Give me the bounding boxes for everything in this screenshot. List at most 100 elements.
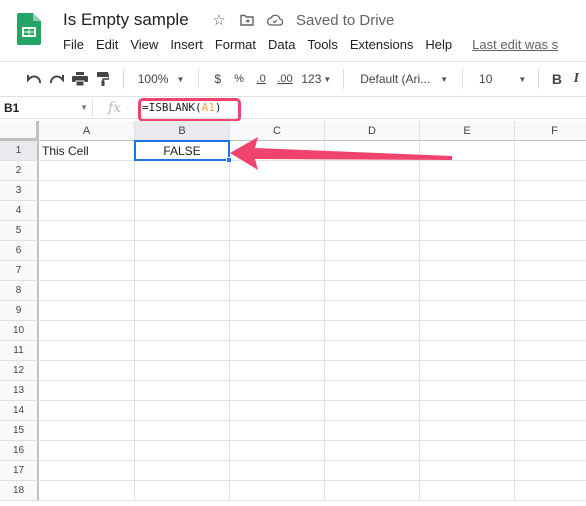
google-sheets-logo-icon[interactable] — [17, 13, 41, 45]
cell-c3[interactable] — [230, 181, 325, 201]
cell-f17[interactable] — [515, 461, 586, 481]
cell-c5[interactable] — [230, 221, 325, 241]
cell-a10[interactable] — [39, 321, 135, 341]
percent-format-button[interactable]: % — [228, 67, 249, 91]
cell-c2[interactable] — [230, 161, 325, 181]
cell-b2[interactable] — [135, 161, 230, 181]
cell-e18[interactable] — [420, 481, 515, 501]
column-header-b[interactable]: B — [135, 121, 230, 141]
cell-e5[interactable] — [420, 221, 515, 241]
cell-e14[interactable] — [420, 401, 515, 421]
row-header-18[interactable]: 18 — [0, 481, 39, 501]
cell-e2[interactable] — [420, 161, 515, 181]
name-box[interactable]: B1 ▼ — [0, 101, 92, 115]
cell-b12[interactable] — [135, 361, 230, 381]
cell-a14[interactable] — [39, 401, 135, 421]
cell-c14[interactable] — [230, 401, 325, 421]
cell-b10[interactable] — [135, 321, 230, 341]
cell-a2[interactable] — [39, 161, 135, 181]
cell-d7[interactable] — [325, 261, 420, 281]
cell-e16[interactable] — [420, 441, 515, 461]
cell-c18[interactable] — [230, 481, 325, 501]
redo-icon[interactable] — [46, 67, 69, 91]
row-header-13[interactable]: 13 — [0, 381, 39, 401]
cell-c13[interactable] — [230, 381, 325, 401]
cell-b16[interactable] — [135, 441, 230, 461]
row-header-14[interactable]: 14 — [0, 401, 39, 421]
cell-f10[interactable] — [515, 321, 586, 341]
cell-b9[interactable] — [135, 301, 230, 321]
cell-d14[interactable] — [325, 401, 420, 421]
cell-b6[interactable] — [135, 241, 230, 261]
formula-input[interactable]: =ISBLANK(A1) — [136, 101, 221, 114]
cell-c15[interactable] — [230, 421, 325, 441]
row-header-9[interactable]: 9 — [0, 301, 39, 321]
cell-f18[interactable] — [515, 481, 586, 501]
cell-f5[interactable] — [515, 221, 586, 241]
cell-e9[interactable] — [420, 301, 515, 321]
cell-b4[interactable] — [135, 201, 230, 221]
cell-c7[interactable] — [230, 261, 325, 281]
cell-e6[interactable] — [420, 241, 515, 261]
cell-a12[interactable] — [39, 361, 135, 381]
cell-b14[interactable] — [135, 401, 230, 421]
cell-e11[interactable] — [420, 341, 515, 361]
cell-f11[interactable] — [515, 341, 586, 361]
cell-d16[interactable] — [325, 441, 420, 461]
menu-view[interactable]: View — [130, 37, 170, 52]
cell-a15[interactable] — [39, 421, 135, 441]
cell-a1[interactable]: This Cell — [39, 141, 135, 161]
cell-a16[interactable] — [39, 441, 135, 461]
cell-a11[interactable] — [39, 341, 135, 361]
row-header-6[interactable]: 6 — [0, 241, 39, 261]
cell-b3[interactable] — [135, 181, 230, 201]
cell-e3[interactable] — [420, 181, 515, 201]
paint-format-icon[interactable] — [92, 67, 115, 91]
cell-f1[interactable] — [515, 141, 586, 161]
cell-d6[interactable] — [325, 241, 420, 261]
row-header-2[interactable]: 2 — [0, 161, 39, 181]
cell-a6[interactable] — [39, 241, 135, 261]
cell-e13[interactable] — [420, 381, 515, 401]
menu-extensions[interactable]: Extensions — [350, 37, 426, 52]
cell-f7[interactable] — [515, 261, 586, 281]
menu-insert[interactable]: Insert — [170, 37, 215, 52]
row-header-1[interactable]: 1 — [0, 141, 39, 161]
column-header-f[interactable]: F — [515, 121, 586, 141]
cell-f15[interactable] — [515, 421, 586, 441]
cell-d11[interactable] — [325, 341, 420, 361]
cell-b13[interactable] — [135, 381, 230, 401]
cell-b18[interactable] — [135, 481, 230, 501]
cell-f13[interactable] — [515, 381, 586, 401]
print-icon[interactable] — [69, 67, 92, 91]
cell-f6[interactable] — [515, 241, 586, 261]
row-header-16[interactable]: 16 — [0, 441, 39, 461]
zoom-select[interactable]: 100% ▼ — [132, 67, 191, 91]
cell-e15[interactable] — [420, 421, 515, 441]
cell-a9[interactable] — [39, 301, 135, 321]
cell-c12[interactable] — [230, 361, 325, 381]
cell-a13[interactable] — [39, 381, 135, 401]
cell-c10[interactable] — [230, 321, 325, 341]
star-icon[interactable]: ☆ — [210, 11, 228, 29]
cell-c9[interactable] — [230, 301, 325, 321]
cell-f9[interactable] — [515, 301, 586, 321]
move-to-folder-icon[interactable] — [238, 11, 256, 29]
cloud-saved-icon[interactable] — [266, 11, 284, 29]
cell-b11[interactable] — [135, 341, 230, 361]
last-edit-link[interactable]: Last edit was s — [472, 37, 558, 52]
cell-b8[interactable] — [135, 281, 230, 301]
cell-d15[interactable] — [325, 421, 420, 441]
cell-d17[interactable] — [325, 461, 420, 481]
cell-a18[interactable] — [39, 481, 135, 501]
row-header-15[interactable]: 15 — [0, 421, 39, 441]
more-formats-button[interactable]: 123 ▼ — [297, 67, 335, 91]
cell-e1[interactable] — [420, 141, 515, 161]
font-select[interactable]: Default (Ari... ▼ — [352, 67, 454, 91]
cell-b7[interactable] — [135, 261, 230, 281]
cell-c4[interactable] — [230, 201, 325, 221]
font-size-select[interactable]: 10 ▼ — [471, 67, 530, 91]
cell-c16[interactable] — [230, 441, 325, 461]
cell-f3[interactable] — [515, 181, 586, 201]
cell-a7[interactable] — [39, 261, 135, 281]
